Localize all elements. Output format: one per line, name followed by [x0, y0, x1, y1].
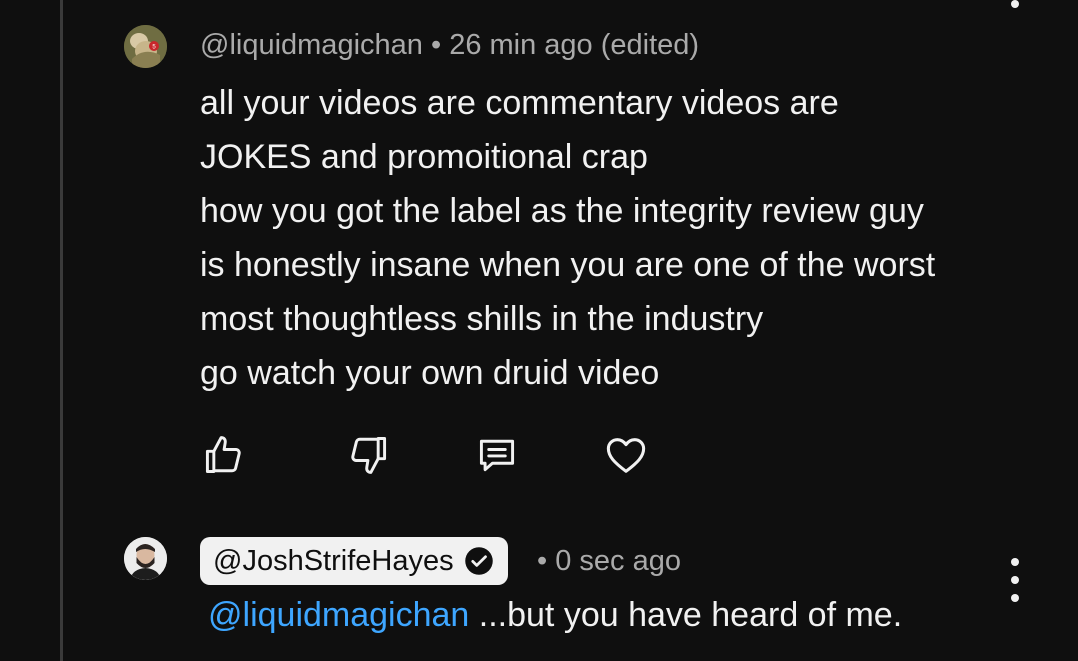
meta-separator: •: [430, 29, 442, 61]
kebab-dot: [1011, 558, 1019, 566]
heart-button[interactable]: [599, 428, 653, 482]
reply-body: @liquidmagichan ...but you have heard of…: [208, 596, 902, 635]
reply-text: ...but you have heard of me.: [469, 596, 903, 634]
verified-check-icon: [464, 546, 494, 576]
kebab-dot: [1011, 576, 1019, 584]
thread-line: [60, 0, 63, 661]
comment-body: all your videos are commentary videos ar…: [200, 76, 1020, 400]
comment-meta: @liquidmagichan • 26 min ago (edited): [200, 29, 699, 62]
reply-button[interactable]: [470, 428, 524, 482]
mention-link[interactable]: @liquidmagichan: [208, 596, 469, 634]
reply-author-chip[interactable]: @JoshStrifeHayes: [200, 537, 508, 585]
comment-line: go watch your own druid video: [200, 354, 660, 392]
top-more-menu-icon[interactable]: [1011, 0, 1019, 8]
comment-time[interactable]: 26 min ago (edited): [449, 29, 699, 61]
comment-line: JOKES and promoitional crap: [200, 138, 648, 176]
reply-comment-icon: [479, 439, 515, 472]
reply-time[interactable]: 0 sec ago: [555, 545, 681, 577]
avatar-liquidmagichan[interactable]: 5: [124, 25, 167, 68]
comment-author[interactable]: @liquidmagichan: [200, 29, 423, 61]
reply-author: @JoshStrifeHayes: [213, 544, 454, 577]
thumbs-down-icon: [351, 437, 387, 474]
more-vertical-icon[interactable]: [1000, 558, 1030, 602]
kebab-dot: [1011, 594, 1019, 602]
comment-line: all your videos are commentary videos ar…: [200, 84, 839, 122]
heart-icon: [606, 438, 646, 473]
thumbs-up-icon: [205, 436, 241, 473]
reply-meta: • 0 sec ago: [537, 545, 681, 578]
comment-line: is honestly insane when you are one of t…: [200, 246, 936, 284]
avatar-joshstrifehayes[interactable]: [124, 537, 167, 580]
dislike-button[interactable]: [342, 428, 396, 482]
comment-line: most thoughtless shills in the industry: [200, 300, 764, 338]
meta-separator: •: [537, 545, 548, 577]
comments-thread: 5 @liquidmagichan • 26 min ago (edited) …: [0, 0, 1078, 661]
comment-line: how you got the label as the integrity r…: [200, 192, 924, 230]
like-button[interactable]: [196, 428, 250, 482]
